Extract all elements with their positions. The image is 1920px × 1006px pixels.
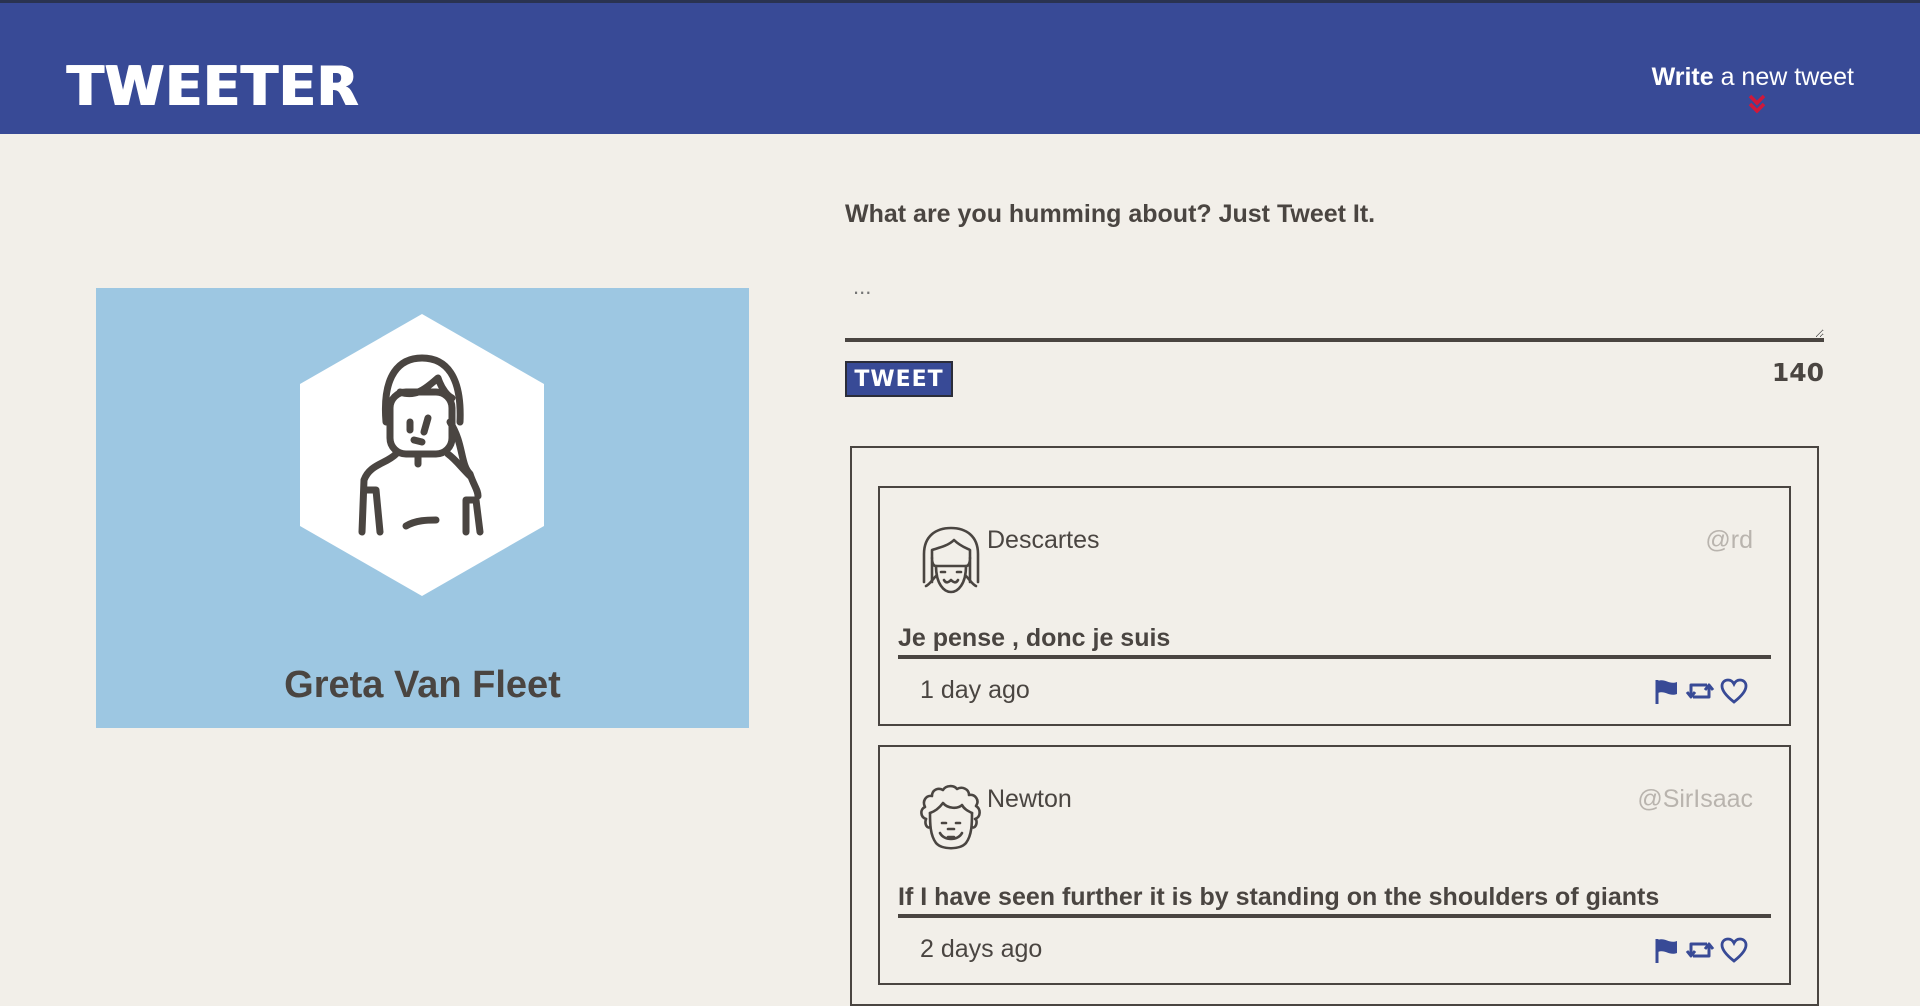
write-link-rest: a new tweet [1713,63,1854,91]
retweet-icon[interactable] [1685,676,1715,706]
tweet-text: Je pense , donc je suis [898,624,1771,659]
tweet-timestamp: 1 day ago [920,676,1030,704]
heart-icon[interactable] [1719,935,1749,965]
tweet-actions [1651,935,1749,965]
profile-name: Greta Van Fleet [284,664,561,706]
flag-icon[interactable] [1651,676,1681,706]
woman-avatar-icon [300,314,544,596]
tweet-timestamp: 2 days ago [920,935,1043,963]
tweet-button[interactable]: TWEET [845,361,953,397]
tweet-author-name: Descartes [987,526,1100,554]
tweet-author-handle: @SirIsaac [1637,785,1753,813]
write-new-tweet-link[interactable]: Write a new tweet [1652,63,1854,92]
heart-icon[interactable] [1719,676,1749,706]
write-link-bold: Write [1651,63,1714,91]
flag-icon[interactable] [1651,935,1681,965]
curly-hair-avatar-icon [920,784,981,850]
tweet-card: Newton @SirIsaac If I have seen further … [878,745,1791,985]
tweet-actions [1651,676,1749,706]
brand-logo: TWEETER [67,55,360,118]
character-counter: 140 [1771,358,1824,387]
girl-avatar-icon [922,526,980,594]
tweet-author-name: Newton [987,785,1072,813]
retweet-icon[interactable] [1685,935,1715,965]
tweet-card: Descartes @rd Je pense , donc je suis 1 … [878,486,1791,726]
compose-prompt: What are you humming about? Just Tweet I… [845,200,1376,228]
tweet-author-handle: @rd [1705,526,1753,554]
top-nav-bar: TWEETER Write a new tweet [0,0,1920,134]
tweet-text: If I have seen further it is by standing… [898,883,1771,918]
double-chevron-down-icon[interactable] [1748,94,1766,114]
profile-card: Greta Van Fleet [96,288,749,728]
tweet-compose-input[interactable] [845,266,1824,342]
